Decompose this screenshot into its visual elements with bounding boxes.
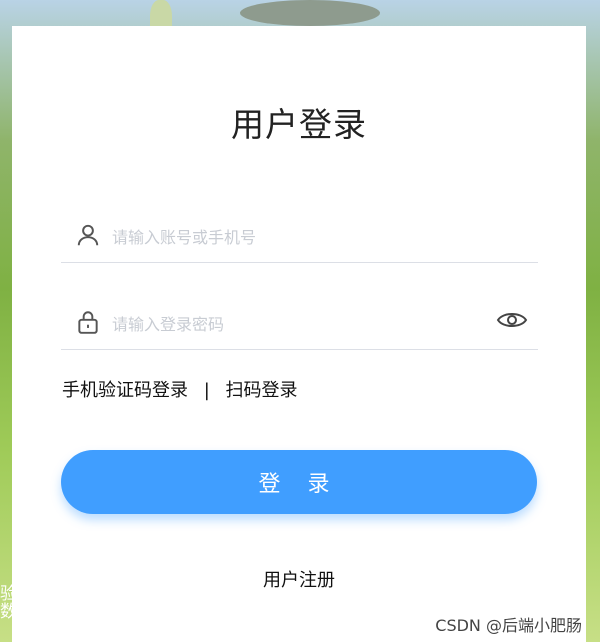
eye-icon[interactable] — [496, 307, 528, 333]
user-icon — [77, 224, 99, 246]
page-title: 用户登录 — [231, 105, 367, 144]
login-card: 用户登录 请输入账号或手机号 请输入登录密码 手机验证码登录 | 扫码登录 登 … — [12, 26, 586, 642]
link-separator: | — [203, 380, 210, 401]
background-bokeh — [240, 0, 380, 26]
alt-login-links: 手机验证码登录 | 扫码登录 — [62, 376, 298, 402]
sms-login-link[interactable]: 手机验证码登录 — [62, 376, 188, 402]
watermark: CSDN @后端小肥肠 — [431, 612, 586, 636]
password-placeholder: 请输入登录密码 — [112, 315, 225, 334]
qr-login-link[interactable]: 扫码登录 — [226, 376, 298, 402]
login-button[interactable]: 登 录 — [61, 450, 537, 514]
register-link[interactable]: 用户注册 — [12, 566, 586, 592]
password-field[interactable]: 请输入登录密码 — [61, 293, 538, 350]
username-placeholder: 请输入账号或手机号 — [112, 228, 257, 247]
username-field[interactable]: 请输入账号或手机号 — [61, 206, 538, 263]
lock-icon — [78, 311, 98, 334]
